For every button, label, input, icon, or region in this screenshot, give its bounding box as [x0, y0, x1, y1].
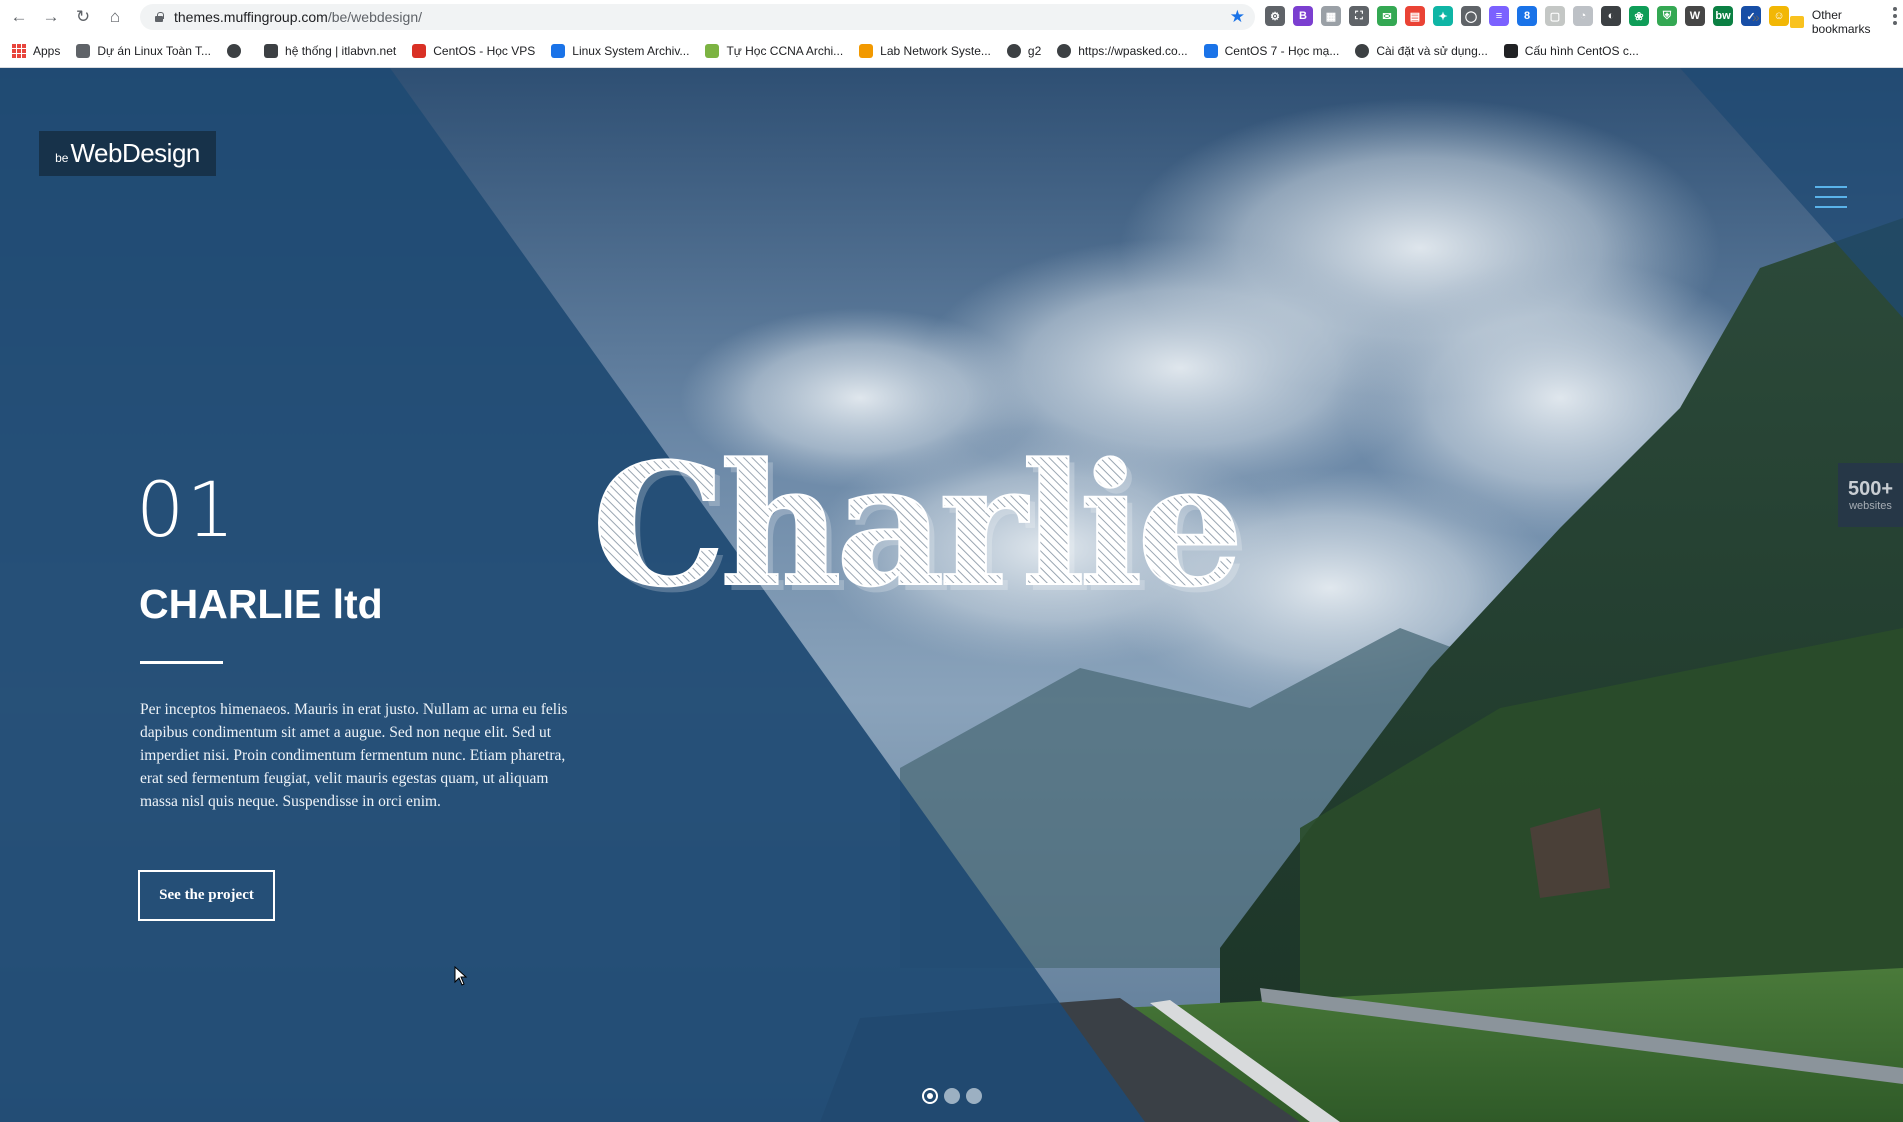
- t-icon: [1503, 43, 1518, 58]
- charlie-hero-word: Charlie Charlie: [591, 428, 1250, 608]
- hamburger-menu-icon[interactable]: [1815, 186, 1847, 208]
- ext-grey-icon[interactable]: ▢: [1545, 6, 1565, 26]
- slider-dot-3[interactable]: [966, 1088, 982, 1104]
- badge-label: websites: [1849, 500, 1892, 512]
- slide-number: 01: [136, 465, 237, 554]
- address-bar[interactable]: themes.muffingroup.com /be/webdesign/ ★: [140, 4, 1255, 30]
- bookmark-item[interactable]: CentOS 7 - Học mạ...: [1203, 43, 1340, 58]
- bookmarks-bar: Apps Dự án Linux Toàn T... hệ thống | itla…: [0, 34, 1903, 68]
- slider-dot-2[interactable]: [944, 1088, 960, 1104]
- bookmark-label: CentOS 7 - Học mạ...: [1224, 43, 1340, 58]
- ext-crop-icon[interactable]: ⛶: [1349, 6, 1369, 26]
- badge-number: 500+: [1847, 478, 1894, 500]
- bookmark-item[interactable]: Dự án Linux Toàn T...: [76, 43, 212, 58]
- bookmark-item[interactable]: Cài đặt và sử dụng...: [1355, 43, 1488, 58]
- apps-grid-icon: [12, 43, 26, 58]
- ext-barcode-icon[interactable]: ▦: [1321, 6, 1341, 26]
- bookmark-item[interactable]: hệ thống | itlabvn.net: [264, 43, 397, 58]
- ext-calendar-icon[interactable]: ▤: [1405, 6, 1425, 26]
- browser-toolbar: ← → ↻ ⌂ themes.muffingroup.com /be/webde…: [0, 0, 1903, 34]
- bookmark-item[interactable]: Apps: [12, 43, 61, 58]
- bookmark-label: Linux System Archiv...: [572, 43, 690, 58]
- globe-icon: [1006, 43, 1021, 58]
- lock-icon: [154, 12, 164, 22]
- bookmark-item[interactable]: Tự Học CCNA Archi...: [705, 43, 844, 58]
- forward-arrow-icon[interactable]: →: [38, 4, 64, 30]
- globe-icon: [1057, 43, 1072, 58]
- ext-circle-icon[interactable]: ◯: [1461, 6, 1481, 26]
- ext-clock-icon[interactable]: ◔: [1573, 6, 1593, 26]
- folder-icon: [1790, 16, 1804, 28]
- ext-badge-icon[interactable]: 8: [1517, 6, 1537, 26]
- hero-slider: be WebDesign 500+ websites Charlie Charl…: [0, 68, 1903, 1122]
- ext-shield-icon[interactable]: ⛨: [1657, 6, 1677, 26]
- globe-icon: [227, 43, 242, 58]
- bookmark-label: Cài đặt và sử dụng...: [1376, 43, 1488, 58]
- title-divider: [140, 661, 223, 664]
- slider-dot-1[interactable]: [922, 1088, 938, 1104]
- site-logo[interactable]: be WebDesign: [39, 131, 216, 176]
- extensions-bar: ⚙ B ▦ ⛶ ✉ ▤ ✦ ◯ ≡ 8 ▢ ◔ ◐ ❀ ⛨ Wbw ✓ ☺: [1265, 6, 1789, 26]
- link-icon: [76, 43, 91, 58]
- see-project-button[interactable]: See the project: [138, 870, 275, 921]
- bookmark-label: hệ thống | itlabvn.net: [285, 43, 397, 58]
- other-bookmarks-label: Other bookmarks: [1811, 8, 1871, 36]
- ext-b-icon[interactable]: B: [1293, 6, 1313, 26]
- home-icon[interactable]: ⌂: [102, 4, 128, 30]
- windows-icon: [1203, 43, 1218, 58]
- slide-title: CHARLIE ltd: [139, 581, 383, 627]
- bookmark-item[interactable]: https://wpasked.co...: [1057, 43, 1188, 58]
- bookmark-label: Lab Network Syste...: [880, 43, 991, 58]
- bookmark-item[interactable]: Cấu hình CentOS c...: [1503, 43, 1639, 58]
- ext-wordpress-icon[interactable]: W: [1685, 6, 1705, 26]
- ext-tapin-icon[interactable]: ✦: [1433, 6, 1453, 26]
- url-host: themes.muffingroup.com: [174, 9, 328, 25]
- cisco-icon: [705, 43, 720, 58]
- svg-text:Charlie: Charlie: [592, 428, 1238, 608]
- url-path: /be/webdesign/: [327, 9, 423, 25]
- bookmark-item[interactable]: CentOS - Học VPS: [412, 43, 536, 58]
- reload-icon[interactable]: ↻: [70, 4, 96, 30]
- websites-badge[interactable]: 500+ websites: [1838, 463, 1903, 527]
- bookmark-item[interactable]: [227, 43, 248, 58]
- bookmark-star-icon[interactable]: ★: [1230, 7, 1245, 27]
- slider-pagination: [922, 1088, 982, 1104]
- other-bookmarks[interactable]: Other bookmarks: [1790, 8, 1903, 36]
- back-arrow-icon[interactable]: ←: [6, 4, 32, 30]
- ext-bw-icon[interactable]: bw: [1713, 6, 1733, 26]
- bookmark-label: CentOS - Học VPS: [433, 43, 536, 58]
- slide-description: Per inceptos himenaeos. Mauris in erat j…: [140, 701, 568, 810]
- profile-avatar-icon[interactable]: ☺: [1769, 6, 1789, 26]
- mouse-cursor-icon: [454, 966, 468, 986]
- bookmark-item[interactable]: Linux System Archiv...: [551, 43, 690, 58]
- bookmarks-overflow-icon[interactable]: »: [1752, 9, 1760, 25]
- bookmark-label: g2: [1027, 43, 1042, 58]
- triangle-icon: [859, 43, 874, 58]
- c-logo-icon: [551, 43, 566, 58]
- ext-leaf-icon[interactable]: ❀: [1629, 6, 1649, 26]
- bookmark-label: Apps: [33, 43, 61, 58]
- ext-stack-icon[interactable]: ≡: [1489, 6, 1509, 26]
- bookmark-item[interactable]: g2: [1006, 43, 1042, 58]
- bookmark-item[interactable]: Lab Network Syste...: [859, 43, 991, 58]
- monitor-icon: [264, 43, 279, 58]
- cloud-icon: [412, 43, 427, 58]
- bookmark-label: Cấu hình CentOS c...: [1524, 43, 1639, 58]
- bookmark-label: Tự Học CCNA Archi...: [726, 43, 844, 58]
- ext-dark-icon[interactable]: ◐: [1601, 6, 1621, 26]
- ext-gear-icon[interactable]: ⚙: [1265, 6, 1285, 26]
- bookmark-label: Dự án Linux Toàn T...: [97, 43, 212, 58]
- bookmark-label: https://wpasked.co...: [1078, 43, 1188, 58]
- globe-icon: [1355, 43, 1370, 58]
- ext-green-icon[interactable]: ✉: [1377, 6, 1397, 26]
